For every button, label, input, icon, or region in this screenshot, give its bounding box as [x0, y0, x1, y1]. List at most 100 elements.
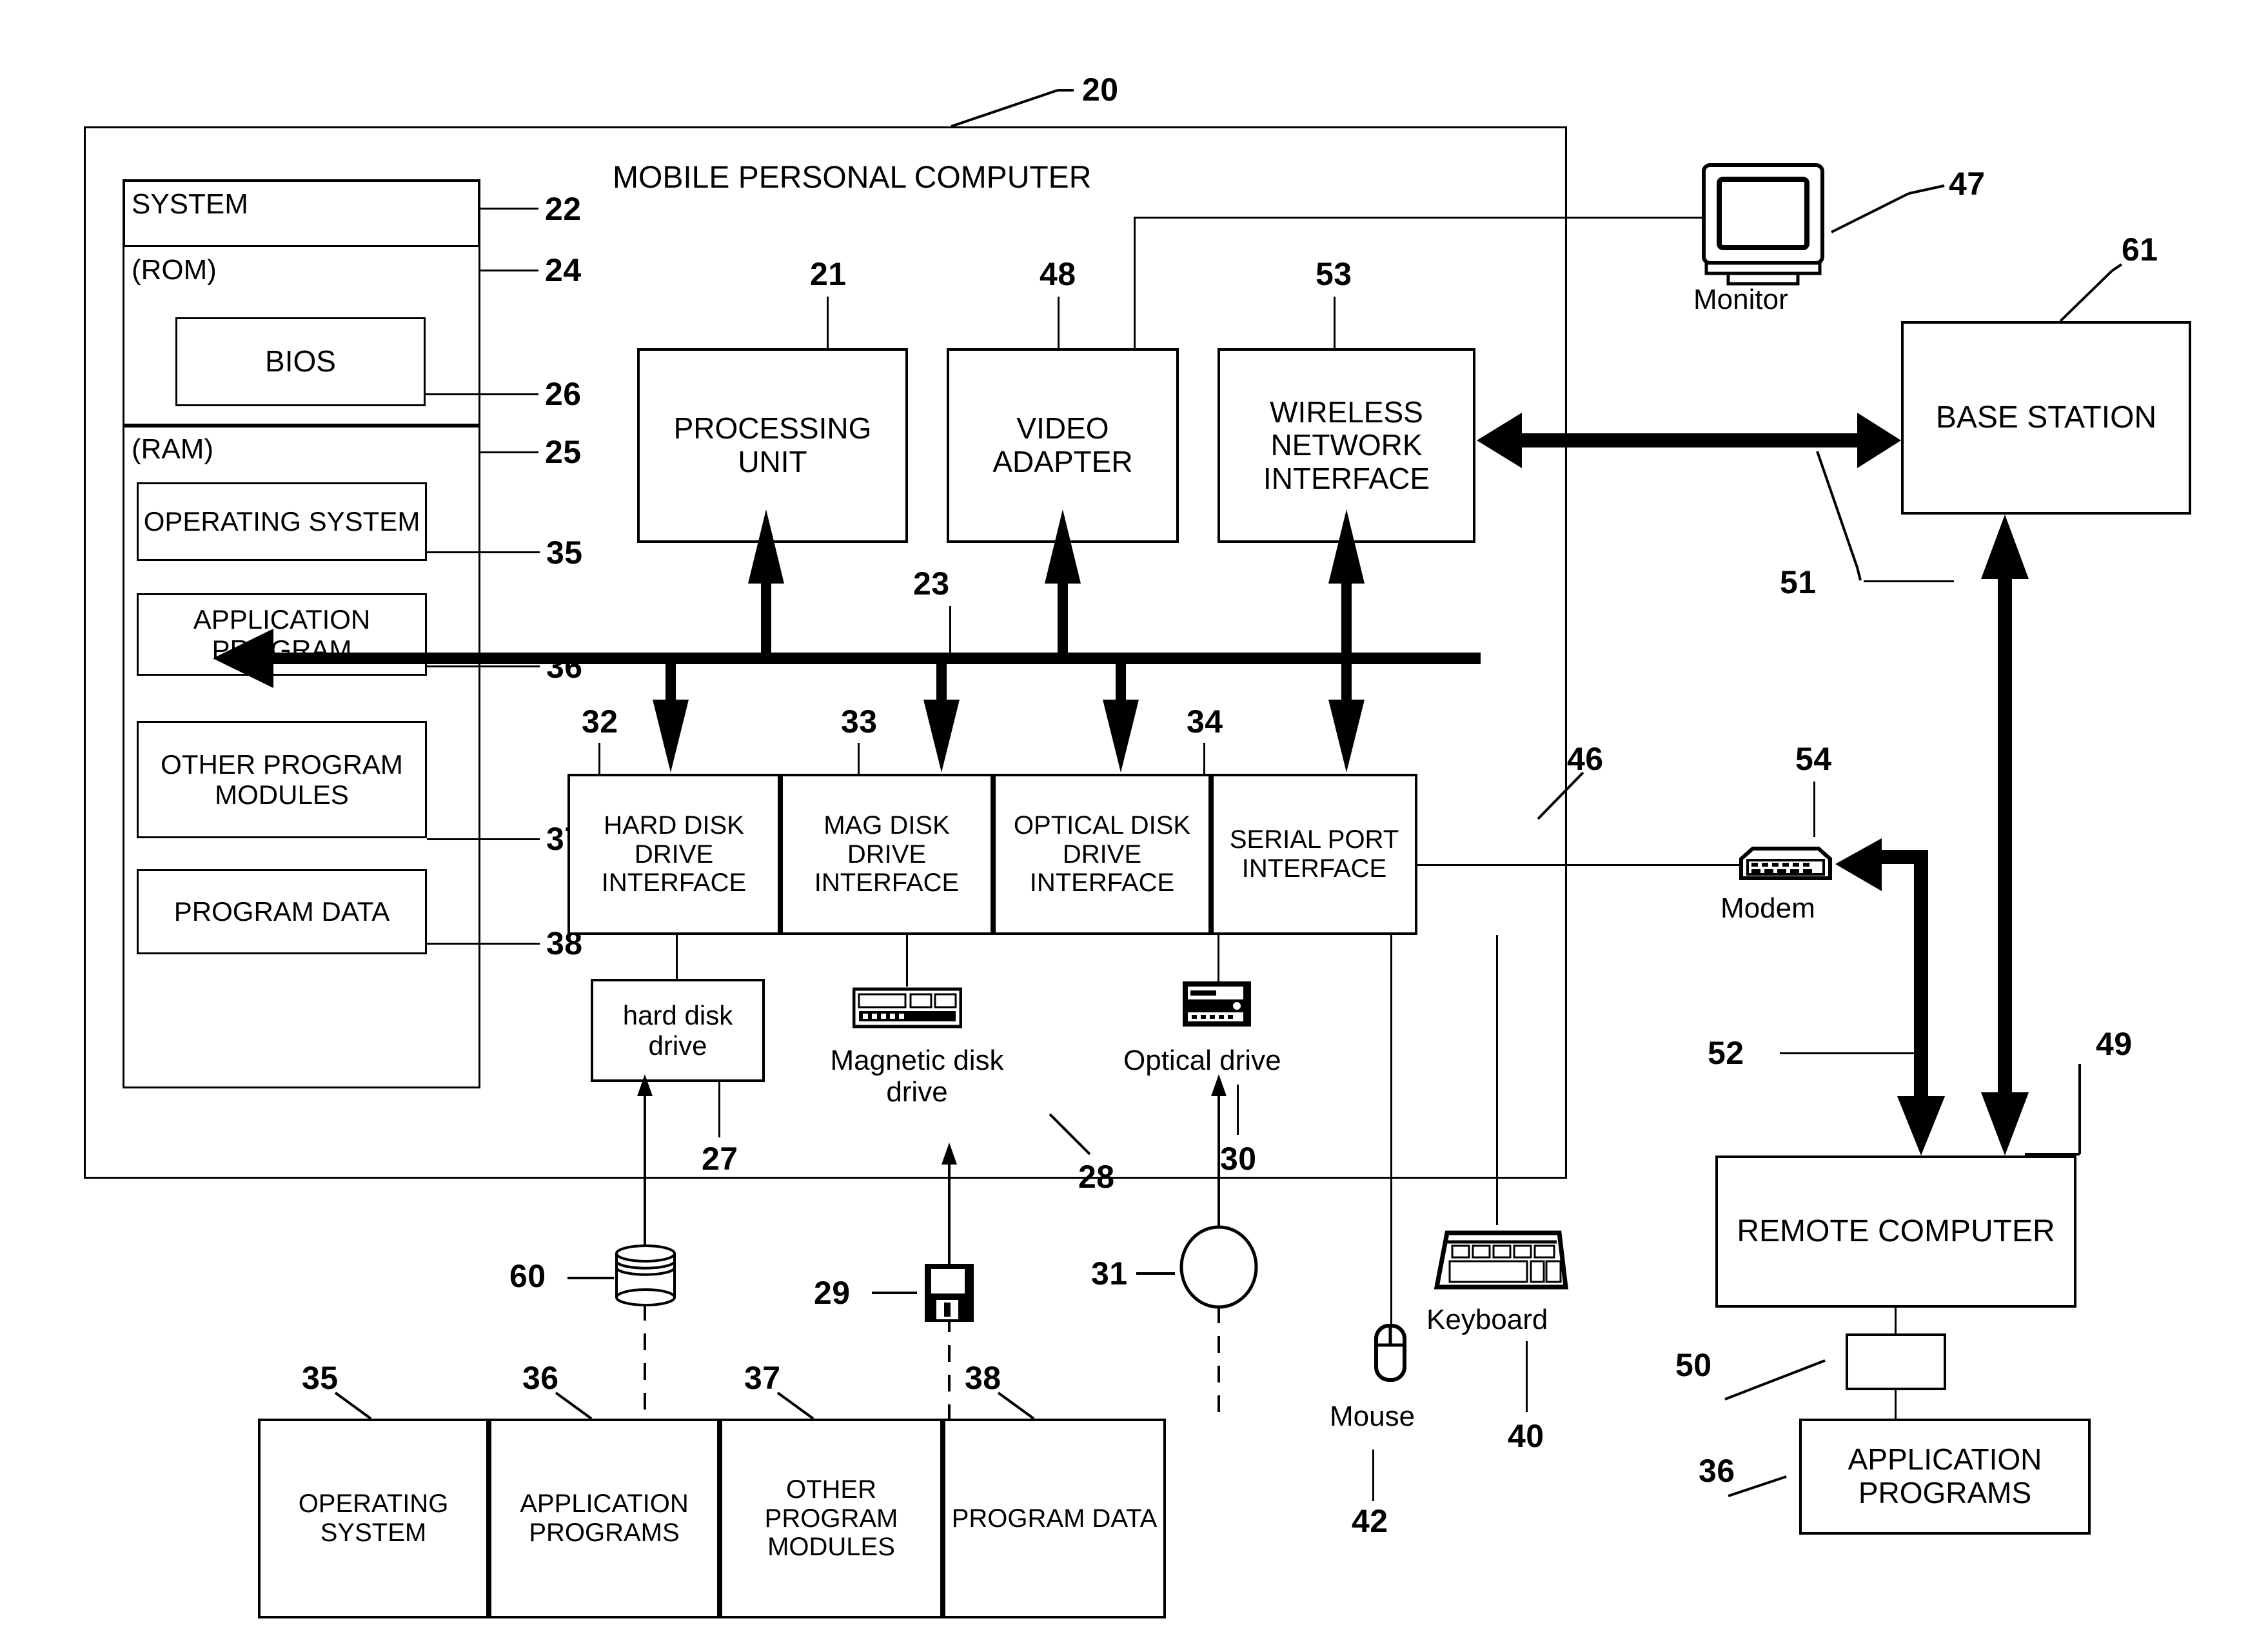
- system-bus-bar: [258, 653, 1481, 664]
- leader-27: [718, 1082, 720, 1137]
- ram-item-program-data: PROGRAM DATA: [137, 869, 427, 954]
- serial-port-interface-label: SERIAL PORT INTERFACE: [1229, 825, 1399, 883]
- bios-box: BIOS: [175, 317, 426, 406]
- ref-20: 20: [1082, 72, 1119, 108]
- ref-28: 28: [1078, 1159, 1115, 1195]
- leader-52: [1780, 1052, 1915, 1054]
- ref-60: 60: [509, 1258, 546, 1294]
- leader-26: [426, 393, 538, 395]
- ref-47: 47: [1949, 166, 1986, 202]
- base-station-label: BASE STATION: [1935, 400, 2157, 435]
- hard-disk-drive-box: hard disk drive: [591, 979, 765, 1082]
- leader-21: [827, 297, 829, 348]
- ref-36-remote: 36: [1699, 1453, 1735, 1489]
- optical-drive-label: Optical drive: [1123, 1045, 1281, 1076]
- modem-icon: [1737, 845, 1834, 885]
- keyboard-icon: [1433, 1223, 1570, 1295]
- optical-disk-drive-interface-box: OPTICAL DISK DRIVE INTERFACE: [993, 774, 1211, 935]
- remote-application-programs-label: APPLICATION PROGRAMS: [1848, 1442, 2042, 1509]
- leader-30: [1237, 1085, 1239, 1135]
- ref-34: 34: [1187, 703, 1223, 740]
- leader-51: [1864, 580, 1954, 582]
- leader-33: [858, 743, 860, 774]
- processing-unit-box: PROCESSING UNIT: [637, 348, 908, 543]
- rom-label: (ROM): [132, 254, 217, 286]
- ram-item-label: OPERATING SYSTEM: [143, 506, 420, 537]
- ref-35-bottom: 35: [302, 1360, 339, 1396]
- leader-54: [1813, 782, 1815, 837]
- mag-disk-drive-interface-label: MAG DISK DRIVE INTERFACE: [814, 811, 960, 898]
- keyboard-label: Keyboard: [1426, 1304, 1548, 1335]
- ref-40: 40: [1508, 1418, 1544, 1454]
- leader-35: [427, 551, 540, 553]
- media-store-label: OTHER PROGRAM MODULES: [764, 1475, 898, 1562]
- ref-36-bottom: 36: [522, 1360, 559, 1396]
- optical-drive-connector: [1218, 935, 1219, 981]
- media-store-application-programs: APPLICATION PROGRAMS: [489, 1419, 720, 1618]
- leader-53: [1334, 297, 1336, 348]
- ram-item-label: PROGRAM DATA: [173, 896, 390, 927]
- ref-53: 53: [1316, 256, 1352, 292]
- media-store-program-data: PROGRAM DATA: [943, 1419, 1166, 1618]
- modem-label: Modem: [1721, 892, 1815, 924]
- patent-figure: 20 MOBILE PERSONAL COMPUTER SYSTEM 22 (R…: [0, 0, 2248, 1652]
- ref-38-bottom: 38: [965, 1360, 1001, 1396]
- leader-42: [1372, 1450, 1374, 1501]
- leader-23: [949, 606, 951, 653]
- processing-unit-label: PROCESSING UNIT: [673, 411, 872, 478]
- ram-item-operating-system: OPERATING SYSTEM: [137, 482, 427, 561]
- base-station-box: BASE STATION: [1901, 321, 2191, 515]
- ref-26: 26: [545, 376, 582, 412]
- media-store-label: APPLICATION PROGRAMS: [520, 1490, 689, 1547]
- figure-title: MOBILE PERSONAL COMPUTER: [613, 161, 1092, 195]
- optical-disk-drive-interface-label: OPTICAL DISK DRIVE INTERFACE: [1013, 811, 1191, 898]
- ref-29: 29: [814, 1275, 851, 1311]
- ref-48: 48: [1040, 256, 1076, 292]
- ref-23: 23: [913, 565, 950, 602]
- mag-disk-drive-connector: [906, 935, 908, 987]
- remote-storage-box: [1846, 1333, 1946, 1390]
- monitor-label: Monitor: [1693, 284, 1788, 315]
- ref-50: 50: [1675, 1347, 1712, 1383]
- video-adapter-label: VIDEO ADAPTER: [992, 411, 1133, 478]
- ref-33: 33: [841, 703, 878, 740]
- leader-38: [427, 943, 540, 945]
- leader-34: [1203, 743, 1205, 774]
- ref-54: 54: [1795, 741, 1832, 777]
- ref-61: 61: [2122, 231, 2158, 268]
- ref-37-bottom: 37: [744, 1360, 781, 1396]
- floppy-disk-icon: [923, 1263, 975, 1326]
- magnetic-disk-drive-label: Magnetic disk drive: [830, 1045, 1004, 1108]
- leader-37: [427, 838, 540, 840]
- leader-40: [1526, 1341, 1528, 1412]
- leader-25: [480, 451, 538, 453]
- hard-disk-platter-icon: [613, 1244, 678, 1310]
- ref-46: 46: [1567, 741, 1604, 777]
- remote-storage-connector-bottom: [1895, 1390, 1897, 1419]
- optical-drive-icon: [1181, 980, 1252, 1031]
- media-store-other-program-modules: OTHER PROGRAM MODULES: [720, 1419, 943, 1618]
- monitor-icon: [1697, 161, 1829, 291]
- hard-disk-drive-connector: [676, 935, 678, 979]
- bios-label: BIOS: [265, 344, 336, 379]
- ref-35: 35: [546, 535, 583, 571]
- ref-30: 30: [1220, 1141, 1257, 1177]
- ref-22: 22: [545, 191, 582, 227]
- media-store-operating-system: OPERATING SYSTEM: [258, 1419, 489, 1618]
- ram-label: (RAM): [132, 433, 214, 465]
- mag-disk-drive-interface-box: MAG DISK DRIVE INTERFACE: [780, 774, 993, 935]
- ref-27: 27: [702, 1141, 738, 1177]
- leader-24: [480, 270, 538, 271]
- ram-item-label: OTHER PROGRAM MODULES: [161, 749, 403, 810]
- ref-52: 52: [1708, 1035, 1744, 1071]
- ref-21: 21: [810, 256, 847, 292]
- hard-disk-drive-interface-box: HARD DISK DRIVE INTERFACE: [567, 774, 780, 935]
- hard-disk-drive-label: hard disk drive: [622, 999, 733, 1061]
- remote-computer-box: REMOTE COMPUTER: [1715, 1155, 2076, 1308]
- ref-31: 31: [1091, 1255, 1128, 1292]
- leader-48: [1058, 297, 1060, 348]
- ram-item-other-program-modules: OTHER PROGRAM MODULES: [137, 721, 427, 838]
- remote-computer-label: REMOTE COMPUTER: [1737, 1214, 2055, 1249]
- ref-51: 51: [1780, 564, 1817, 600]
- video-adapter-box: VIDEO ADAPTER: [947, 348, 1179, 543]
